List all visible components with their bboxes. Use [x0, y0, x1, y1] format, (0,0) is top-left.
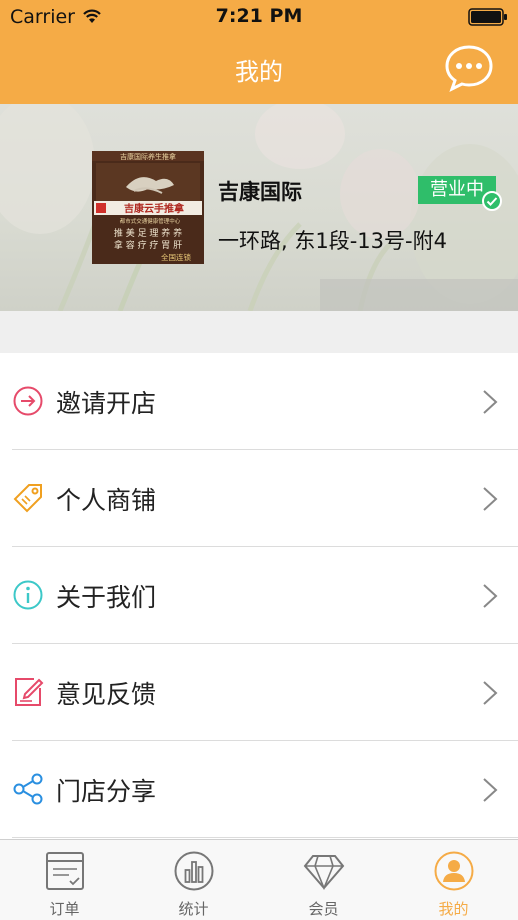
sign-brand-text: 吉康云手推拿	[124, 202, 185, 215]
tulip-background	[0, 104, 518, 311]
menu-label: 门店分享	[56, 777, 157, 806]
chat-bubble-icon[interactable]	[444, 44, 494, 92]
menu-label: 邀请开店	[56, 389, 157, 418]
store-photo: 吉康国际养生推拿 吉康云手推拿 都市式交通健康管理中心 推 美 足 理 养 养 …	[92, 151, 204, 264]
chevron-right-icon	[483, 584, 498, 608]
menu-label: 关于我们	[56, 583, 157, 612]
sign-sub-text: 都市式交通健康管理中心	[120, 217, 181, 225]
tab-members[interactable]: 会员	[259, 840, 388, 920]
info-icon	[13, 580, 43, 610]
sign-top-text: 吉康国际养生推拿	[120, 152, 176, 161]
divider	[12, 837, 518, 838]
section-spacer	[0, 311, 518, 353]
chevron-right-icon	[483, 487, 498, 511]
menu-item-share[interactable]: 门店分享	[0, 741, 518, 838]
store-header: 吉康国际养生推拿 吉康云手推拿 都市式交通健康管理中心 推 美 足 理 养 养 …	[0, 104, 518, 311]
edit-icon	[15, 678, 44, 706]
store-name: 吉康国际	[218, 180, 302, 204]
tab-bar: 订单 统计 会员 我的	[0, 839, 518, 920]
sign-row1-text: 推 美 足 理 养 养	[114, 227, 182, 239]
tab-orders[interactable]: 订单	[0, 840, 129, 920]
share-icon	[13, 773, 43, 805]
menu-label: 个人商铺	[56, 486, 157, 515]
clock: 7:21 PM	[215, 5, 303, 27]
battery-icon	[468, 8, 507, 26]
menu-item-feedback[interactable]: 意见反馈	[0, 644, 518, 741]
status-bar: Carrier 7:21 PM	[0, 0, 518, 34]
store-address: 一环路, 东1段-13号-附4	[218, 229, 447, 253]
menu-label: 意见反馈	[56, 680, 157, 709]
sign-row2-text: 拿 容 疗 疗 胃 肝	[114, 239, 182, 251]
chevron-right-icon	[483, 390, 498, 414]
page-title: 我的	[235, 58, 283, 86]
chevron-right-icon	[483, 681, 498, 705]
sign-chain-text: 全国连锁	[161, 252, 191, 262]
tag-icon	[13, 484, 42, 513]
tab-label: 会员	[308, 900, 339, 918]
tab-label: 订单	[49, 900, 80, 918]
menu-item-invite[interactable]: 邀请开店	[0, 353, 518, 450]
nav-bar: 我的	[0, 34, 518, 104]
menu-list: 邀请开店 个人商铺 关于我们 意见反馈 门店分享	[0, 353, 518, 839]
tab-stats[interactable]: 统计	[129, 840, 258, 920]
diamond-icon	[303, 855, 345, 891]
check-circle-icon	[482, 191, 502, 211]
tab-label: 统计	[178, 900, 209, 918]
menu-item-about[interactable]: 关于我们	[0, 547, 518, 644]
stats-icon	[174, 851, 214, 891]
chevron-right-icon	[483, 778, 498, 802]
order-icon	[46, 852, 84, 890]
user-icon	[434, 851, 474, 891]
tab-mine[interactable]: 我的	[389, 840, 518, 920]
arrow-circle-icon	[13, 386, 43, 416]
menu-item-shop[interactable]: 个人商铺	[0, 450, 518, 547]
tab-label: 我的	[438, 900, 469, 918]
